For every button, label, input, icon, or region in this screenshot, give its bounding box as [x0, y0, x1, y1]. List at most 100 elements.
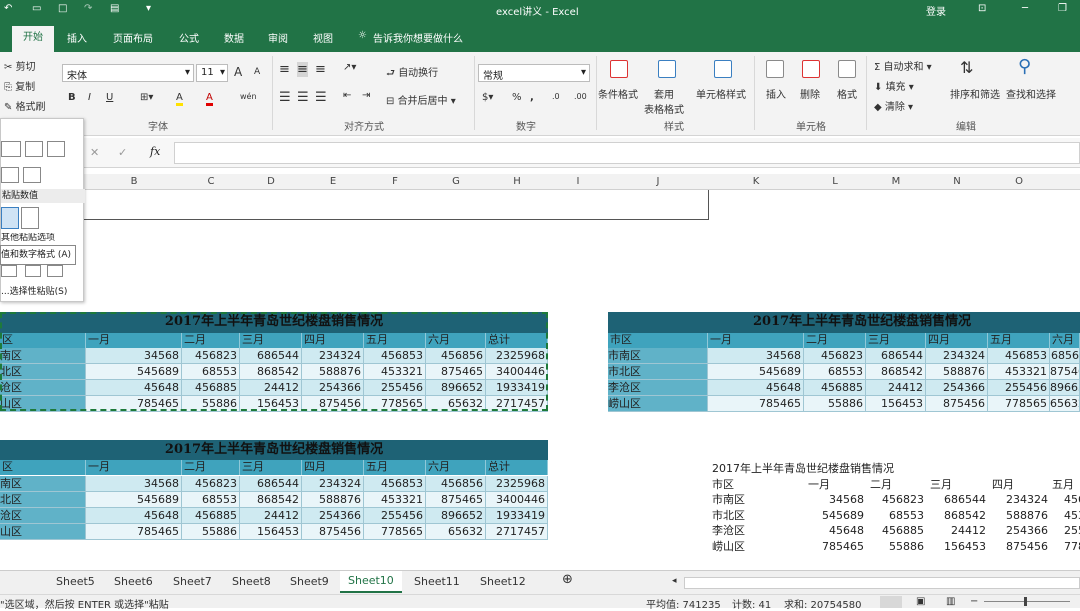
- sheet-tab-active[interactable]: Sheet10: [340, 571, 402, 593]
- table3-title[interactable]: 2017年上半年青岛世纪楼盘销售情况: [608, 312, 1080, 333]
- align-left-icon[interactable]: ☰: [279, 90, 291, 105]
- table1-row-label[interactable]: 南区: [0, 348, 86, 364]
- table4-cell[interactable]: 45648: [804, 523, 864, 538]
- col-header-m[interactable]: M: [866, 176, 926, 187]
- minimize-icon[interactable]: ─: [1022, 3, 1028, 14]
- percent-button[interactable]: %: [512, 92, 522, 103]
- table3-cell[interactable]: 456853: [988, 348, 1050, 364]
- table1-cell[interactable]: 2325968: [486, 348, 548, 364]
- table2-cell[interactable]: 234324: [302, 476, 364, 492]
- table1-cell[interactable]: 785465: [86, 396, 182, 412]
- table1-cell[interactable]: 456823: [182, 348, 240, 364]
- login-link[interactable]: 登录: [926, 3, 946, 18]
- paste-linked-picture-icon[interactable]: [47, 265, 63, 277]
- table2-cell[interactable]: 545689: [86, 492, 182, 508]
- table1-cell[interactable]: 896652: [426, 380, 486, 396]
- bold-button[interactable]: B: [68, 92, 76, 103]
- paste-values-source-format-icon[interactable]: [21, 207, 39, 229]
- table1-header-total[interactable]: 总计: [486, 333, 548, 348]
- merge-center-button[interactable]: ⊟ 合并后居中 ▾: [386, 92, 456, 107]
- page-break-view-icon[interactable]: ▥: [946, 596, 955, 607]
- sheet-tab[interactable]: Sheet7: [173, 575, 212, 588]
- fill-color-button[interactable]: A: [176, 92, 183, 106]
- table2-cell[interactable]: 255456: [364, 508, 426, 524]
- table2-cell[interactable]: 1933419: [486, 508, 548, 524]
- table2-row-label[interactable]: 北区: [0, 492, 86, 508]
- table4-header-month[interactable]: 五月: [1052, 477, 1074, 492]
- table4-cell[interactable]: 875456: [988, 539, 1048, 554]
- sheet-tab[interactable]: Sheet12: [480, 575, 526, 588]
- table2-cell[interactable]: 456853: [364, 476, 426, 492]
- table3-cell[interactable]: 875465: [1050, 364, 1080, 380]
- copy-button[interactable]: ⎘ 复制: [4, 78, 35, 93]
- table3-cell[interactable]: 545689: [708, 364, 804, 380]
- zoom-out-icon[interactable]: −: [970, 596, 978, 607]
- table3-cell[interactable]: 778565: [988, 396, 1050, 412]
- table4-cell[interactable]: 785465: [804, 539, 864, 554]
- tab-page-layout[interactable]: 页面布局: [113, 30, 153, 45]
- table1-header-month[interactable]: 三月: [240, 333, 302, 348]
- table4-cell[interactable]: 234324: [988, 492, 1048, 507]
- table4-cell[interactable]: 868542: [926, 508, 986, 523]
- table4-row-label[interactable]: 市南区: [712, 492, 745, 507]
- table2-header-month[interactable]: 四月: [302, 460, 364, 475]
- paste-picture-icon[interactable]: [25, 265, 41, 277]
- table4-row-label[interactable]: 市北区: [712, 508, 745, 523]
- table2-header-month[interactable]: 一月: [86, 460, 182, 475]
- comma-button[interactable]: ,: [530, 92, 534, 103]
- table1-cell[interactable]: 778565: [364, 396, 426, 412]
- col-header-d[interactable]: D: [240, 176, 302, 187]
- paste-column-width-icon[interactable]: [23, 167, 41, 183]
- table3-cell[interactable]: 588876: [926, 364, 988, 380]
- tab-home[interactable]: 开始: [12, 26, 54, 52]
- scroll-left-icon[interactable]: ◂: [672, 576, 677, 586]
- col-header-h[interactable]: H: [486, 176, 548, 187]
- wrap-text-button[interactable]: ⮐ 自动换行: [386, 64, 438, 83]
- horizontal-scrollbar[interactable]: [684, 577, 1080, 589]
- align-bottom-icon[interactable]: ≡: [315, 62, 326, 77]
- table3-cell[interactable]: 875456: [926, 396, 988, 412]
- undo-icon[interactable]: ↶: [4, 3, 12, 14]
- table3-cell[interactable]: 34568: [708, 348, 804, 364]
- sheet-tab[interactable]: Sheet6: [114, 575, 153, 588]
- table1-cell[interactable]: 588876: [302, 364, 364, 380]
- col-header-n[interactable]: N: [926, 176, 988, 187]
- paste-link-icon[interactable]: [1, 265, 17, 277]
- table1-row-label[interactable]: 北区: [0, 364, 86, 380]
- table3-cell[interactable]: 686544: [866, 348, 926, 364]
- tab-data[interactable]: 数据: [224, 30, 244, 45]
- table3-cell[interactable]: 24412: [866, 380, 926, 396]
- zoom-slider-thumb[interactable]: [1024, 597, 1027, 606]
- col-header-f[interactable]: F: [364, 176, 426, 187]
- col-header-o[interactable]: O: [988, 176, 1050, 187]
- table2-cell[interactable]: 456885: [182, 508, 240, 524]
- table4-header-month[interactable]: 四月: [992, 477, 1014, 492]
- table2-row-label[interactable]: 南区: [0, 476, 86, 492]
- table4-cell[interactable]: 456823: [866, 492, 924, 507]
- customize-icon[interactable]: ▾: [146, 3, 151, 14]
- worksheet-grid[interactable]: 2017年上半年青岛世纪楼盘销售情况 区 一月 二月 三月 四月 五月 六月 总…: [0, 190, 1080, 570]
- table2-title[interactable]: 2017年上半年青岛世纪楼盘销售情况: [0, 440, 548, 460]
- table4-cell[interactable]: 456853: [1064, 492, 1080, 507]
- table2-cell[interactable]: 68553: [182, 492, 240, 508]
- insert-cells-button[interactable]: 插入: [766, 86, 786, 101]
- table4-row-label[interactable]: 崂山区: [712, 539, 745, 554]
- table4-title[interactable]: 2017年上半年青岛世纪楼盘销售情况: [712, 461, 894, 476]
- table3-cell[interactable]: 456885: [804, 380, 866, 396]
- table1-cell[interactable]: 456856: [426, 348, 486, 364]
- open-icon[interactable]: ▭: [32, 3, 41, 14]
- table1-cell[interactable]: 24412: [240, 380, 302, 396]
- fill-button[interactable]: ⬇ 填充 ▾: [874, 78, 914, 93]
- sheet-tab[interactable]: Sheet11: [414, 575, 460, 588]
- conditional-format-button[interactable]: 条件格式: [598, 86, 638, 101]
- table2-cell[interactable]: 2717457: [486, 524, 548, 540]
- table1-header-month[interactable]: 六月: [426, 333, 486, 348]
- table3-header-district[interactable]: 市区: [608, 333, 708, 348]
- sheet-tab[interactable]: Sheet9: [290, 575, 329, 588]
- table2-cell[interactable]: 588876: [302, 492, 364, 508]
- sort-filter-button[interactable]: 排序和筛选: [950, 86, 1000, 101]
- col-header-e[interactable]: E: [302, 176, 364, 187]
- table4-cell[interactable]: 545689: [804, 508, 864, 523]
- pinyin-button[interactable]: wén: [240, 92, 257, 101]
- redo-icon[interactable]: ↷: [84, 3, 92, 14]
